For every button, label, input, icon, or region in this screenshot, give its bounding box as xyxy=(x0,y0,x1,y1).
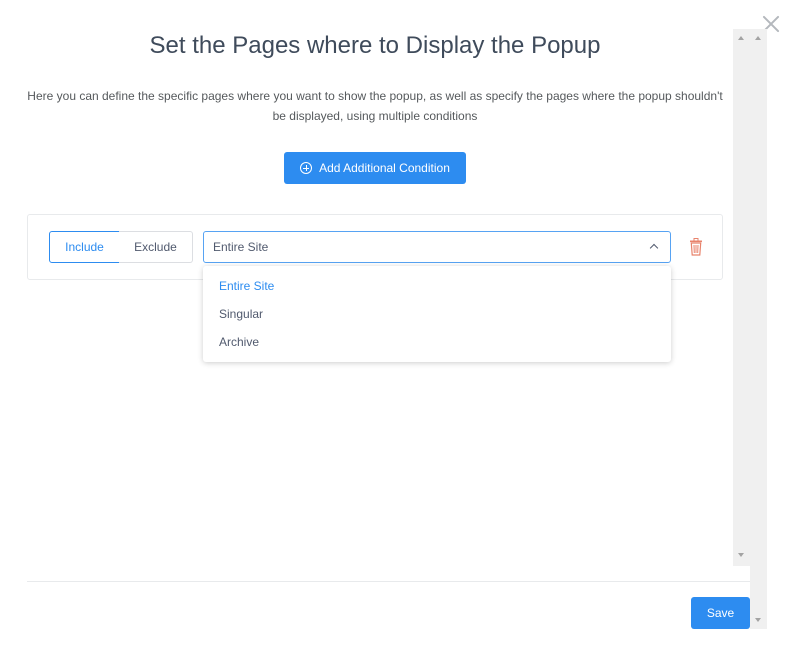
footer-divider xyxy=(27,581,750,582)
dropdown-option-entire-site[interactable]: Entire Site xyxy=(203,272,671,300)
save-button[interactable]: Save xyxy=(691,597,750,629)
exclude-toggle[interactable]: Exclude xyxy=(119,231,193,263)
scroll-up-arrow-icon[interactable] xyxy=(755,36,761,40)
condition-select-value: Entire Site xyxy=(213,240,269,254)
scroll-down-arrow-icon[interactable] xyxy=(755,618,761,622)
condition-select[interactable]: Entire Site xyxy=(203,231,671,263)
page-description: Here you can define the specific pages w… xyxy=(27,89,723,123)
content-scrollbar[interactable] xyxy=(733,29,750,566)
add-condition-button[interactable]: Add Additional Condition xyxy=(284,152,466,184)
page-scrollbar[interactable] xyxy=(750,29,767,629)
scroll-up-arrow-icon[interactable] xyxy=(738,36,744,40)
page-title: Set the Pages where to Display the Popup xyxy=(149,32,601,59)
trash-icon[interactable] xyxy=(689,238,703,256)
dropdown-option-singular[interactable]: Singular xyxy=(203,300,671,328)
plus-circle-icon xyxy=(300,162,313,174)
dropdown-option-archive[interactable]: Archive xyxy=(203,328,671,356)
condition-dropdown: Entire Site Singular Archive xyxy=(203,266,671,362)
chevron-up-icon xyxy=(649,243,659,253)
add-condition-label: Add Additional Condition xyxy=(319,161,450,175)
include-toggle[interactable]: Include xyxy=(49,231,120,263)
scroll-down-arrow-icon[interactable] xyxy=(738,553,744,557)
